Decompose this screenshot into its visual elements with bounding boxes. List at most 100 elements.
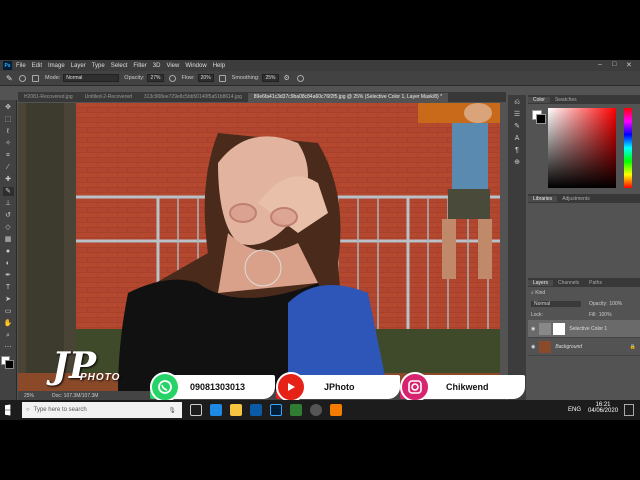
options-bar: ✎ Mode: Normal Opacity: 27% Flow: 20% Sm…	[0, 71, 640, 86]
gradient-tool-icon[interactable]: ▦	[3, 235, 14, 244]
path-select-icon[interactable]: ➤	[3, 295, 14, 304]
kind-select[interactable]: Kind	[535, 290, 545, 296]
type-tool-icon[interactable]: T	[3, 283, 14, 292]
marquee-tool-icon[interactable]: ⬚	[3, 115, 14, 124]
pen-tool-icon[interactable]: ✒	[3, 271, 14, 280]
brush-tool-icon[interactable]: ✎	[6, 74, 13, 82]
brush-size-icon[interactable]	[19, 74, 26, 82]
tab-doc-active[interactable]: 89e6fa41c3d37c9ba08c84a60c76f2f5.jpg @ 2…	[247, 93, 449, 102]
history-icon[interactable]: ⎌	[512, 98, 523, 107]
menu-filter[interactable]: Filter	[133, 63, 146, 69]
task-view-icon[interactable]	[190, 404, 202, 416]
layers-panel-tabs: Layers Channels Paths	[528, 278, 640, 287]
paragraph-icon[interactable]: ¶	[512, 146, 523, 155]
layer-name[interactable]: Background	[555, 344, 582, 350]
app-icon[interactable]	[310, 404, 322, 416]
zoom-tool-icon[interactable]: ⌕	[3, 331, 14, 340]
maximize-icon[interactable]: □	[612, 61, 616, 68]
glyphs-icon[interactable]: ⊕	[512, 158, 523, 167]
history-brush-icon[interactable]: ↺	[3, 211, 14, 220]
menu-window[interactable]: Window	[185, 63, 206, 69]
menu-file[interactable]: File	[16, 63, 26, 69]
eyedropper-icon[interactable]: ⁄	[3, 163, 14, 172]
eye-icon[interactable]: ◉	[531, 326, 535, 332]
menu-help[interactable]: Help	[213, 63, 225, 69]
tab-layers[interactable]: Layers	[528, 279, 554, 286]
opacity-field[interactable]: 27%	[147, 74, 164, 82]
pressure-size-icon[interactable]	[296, 74, 304, 82]
properties-icon[interactable]: ☰	[512, 110, 523, 119]
airbrush-icon[interactable]	[218, 74, 226, 82]
move-tool-icon[interactable]: ✥	[3, 103, 14, 112]
character-icon[interactable]: A	[512, 134, 523, 143]
smoothing-field[interactable]: 25%	[262, 74, 279, 82]
layer-mask-thumbnail[interactable]	[553, 322, 566, 335]
libraries-body	[528, 203, 640, 278]
clone-stamp-icon[interactable]: ⊥	[3, 199, 14, 208]
tab-color[interactable]: Color	[528, 96, 550, 103]
minimize-icon[interactable]: –	[598, 61, 602, 68]
panel-dock-icons: ⎌ ☰ ✎ A ¶ ⊕	[508, 95, 526, 400]
brush-settings-panel-icon[interactable]: ✎	[512, 122, 523, 131]
menu-3d[interactable]: 3D	[153, 63, 161, 69]
color-field[interactable]	[548, 108, 616, 188]
layer-row[interactable]: ◉ Background 🔒	[528, 338, 640, 356]
tab-channels[interactable]: Channels	[553, 280, 584, 286]
lasso-tool-icon[interactable]: ℓ	[3, 127, 14, 136]
color-picker[interactable]	[528, 104, 640, 194]
healing-brush-icon[interactable]: ✚	[3, 175, 14, 184]
tab-libraries[interactable]: Libraries	[528, 195, 558, 202]
language-indicator[interactable]: ENG	[568, 407, 581, 413]
menu-edit[interactable]: Edit	[32, 63, 42, 69]
layer-row[interactable]: ◉ Selective Color 1	[528, 320, 640, 338]
eraser-icon[interactable]: ◇	[3, 223, 14, 232]
more-tools-icon[interactable]: ⋯	[3, 343, 14, 352]
menu-select[interactable]: Select	[111, 63, 128, 69]
layer-name[interactable]: Selective Color 1	[569, 326, 607, 332]
hand-tool-icon[interactable]: ✋	[3, 319, 14, 328]
close-icon[interactable]: ✕	[626, 61, 632, 69]
notifications-icon[interactable]	[624, 404, 634, 416]
tab-doc-1[interactable]: H2081-Recovered.jpg	[18, 93, 79, 102]
tab-paths[interactable]: Paths	[584, 280, 607, 286]
brush-settings-icon[interactable]	[32, 74, 39, 82]
menu-view[interactable]: View	[166, 63, 179, 69]
menu-type[interactable]: Type	[92, 63, 105, 69]
crop-tool-icon[interactable]: ⌗	[3, 151, 14, 160]
blur-tool-icon[interactable]: ●	[3, 247, 14, 256]
photoshop-icon[interactable]	[270, 404, 282, 416]
flow-field[interactable]: 20%	[197, 74, 214, 82]
tab-swatches[interactable]: Swatches	[550, 97, 582, 103]
gear-icon[interactable]: ⚙	[284, 75, 291, 82]
hue-slider[interactable]	[624, 108, 632, 188]
dodge-tool-icon[interactable]: ◐	[3, 259, 14, 268]
pressure-opacity-icon[interactable]	[168, 74, 176, 82]
brush-tool-icon[interactable]: ✎	[2, 187, 14, 196]
fill-field[interactable]: 100%	[599, 312, 612, 318]
start-icon[interactable]	[5, 404, 11, 416]
tab-adjustments[interactable]: Adjustments	[557, 196, 595, 202]
layer-opacity-field[interactable]: 100%	[609, 301, 622, 307]
microphone-icon[interactable]: 🎙	[168, 407, 176, 414]
background-color[interactable]	[536, 114, 546, 124]
shape-tool-icon[interactable]: ▭	[3, 307, 14, 316]
store-icon[interactable]	[250, 404, 262, 416]
blend-mode-select[interactable]: Normal	[531, 300, 581, 307]
menu-image[interactable]: Image	[48, 63, 65, 69]
taskbar-search[interactable]: ○ Type here to search 🎙	[22, 402, 182, 418]
tab-doc-2[interactable]: Untitled-2-Recovered	[79, 93, 138, 102]
menu-layer[interactable]: Layer	[71, 63, 86, 69]
tab-doc-3[interactable]: 313c908ee729e8c5bb50140f5a51b8614.jpg	[138, 93, 248, 102]
clock[interactable]: 16:21 04/06/2020	[588, 402, 618, 414]
vlc-icon[interactable]	[330, 404, 342, 416]
zoom-level[interactable]: 25%	[24, 393, 34, 399]
chrome-icon[interactable]	[290, 404, 302, 416]
edge-icon[interactable]	[210, 404, 222, 416]
mode-select[interactable]: Normal	[63, 74, 120, 82]
quick-select-icon[interactable]: ✧	[3, 139, 14, 148]
file-explorer-icon[interactable]	[230, 404, 242, 416]
photoshop-logo-icon: Ps	[3, 61, 12, 70]
eye-icon[interactable]: ◉	[531, 344, 535, 350]
layer-filter[interactable]: ⌕ Kind	[528, 287, 640, 298]
color-swatches[interactable]	[1, 356, 15, 370]
